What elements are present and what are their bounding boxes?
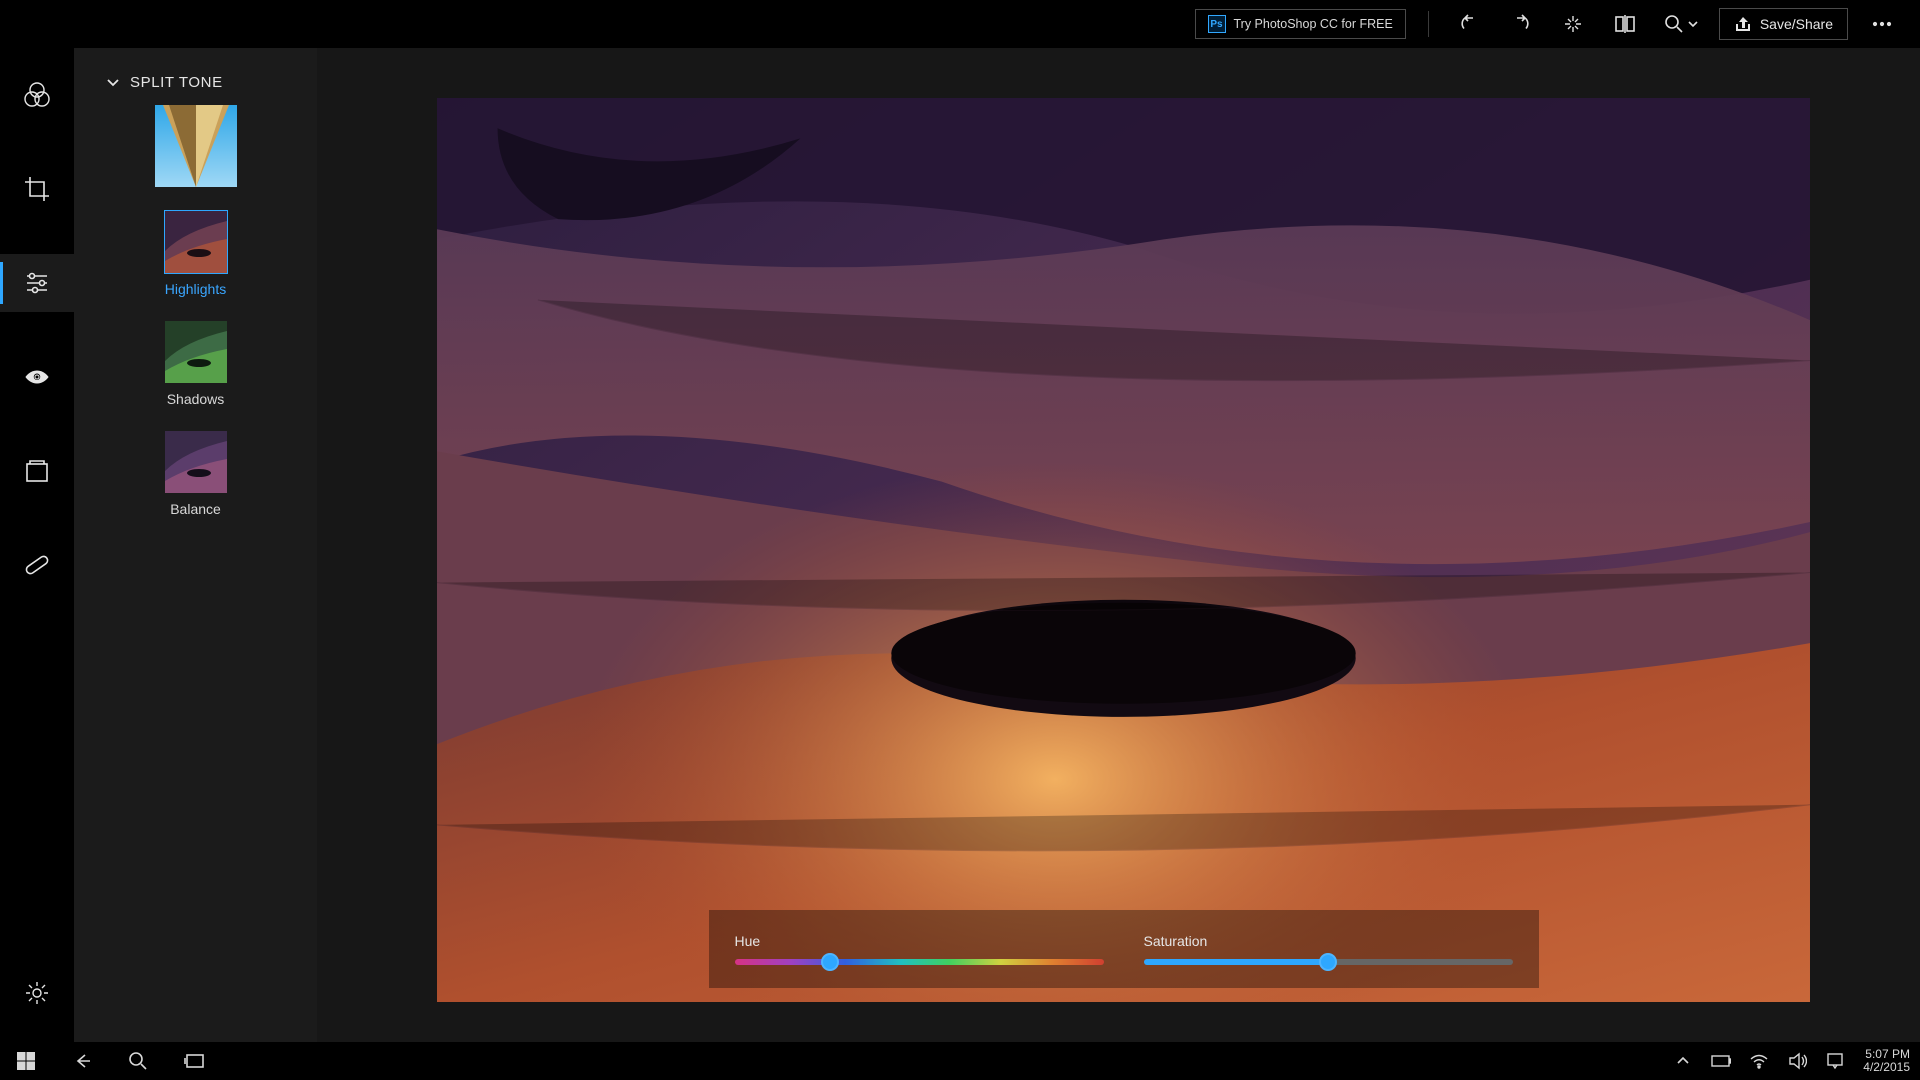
hue-knob[interactable] (821, 953, 839, 971)
clock[interactable]: 5:07 PM 4/2/2015 (1863, 1048, 1910, 1074)
canvas[interactable]: Hue Saturation (437, 98, 1810, 1002)
compare-button[interactable] (1607, 6, 1643, 42)
back-button[interactable] (72, 1051, 92, 1071)
photoshop-promo-label: Try PhotoShop CC for FREE (1234, 17, 1393, 31)
thumb-highlights[interactable]: Highlights (165, 211, 227, 297)
thumb-highlights-label: Highlights (165, 281, 226, 297)
gear-icon (24, 980, 50, 1006)
thumb-balance[interactable]: Balance (165, 431, 227, 517)
tool-redeye[interactable] (0, 348, 74, 406)
share-icon (1734, 15, 1752, 33)
more-icon (1870, 12, 1894, 36)
panel-header[interactable]: SPLIT TONE (74, 74, 317, 91)
venn-icon (22, 80, 52, 110)
crop-icon (23, 175, 51, 203)
wifi-indicator[interactable] (1749, 1051, 1769, 1071)
taskbar-left (10, 1051, 204, 1071)
sparkle-icon (1561, 12, 1585, 36)
windows-icon (17, 1052, 35, 1070)
stage: Hue Saturation (317, 48, 1920, 1042)
hue-slider-group: Hue (735, 933, 1104, 965)
redo-icon (1509, 12, 1533, 36)
clock-date: 4/2/2015 (1863, 1061, 1910, 1074)
saturation-fill (1144, 959, 1329, 965)
thumb-balance-image (165, 431, 227, 493)
undo-icon (1457, 12, 1481, 36)
tool-frames[interactable] (0, 442, 74, 500)
volume-icon (1787, 1052, 1807, 1070)
tool-adjust[interactable] (0, 254, 74, 312)
thumb-highlights-image (165, 211, 227, 273)
sliders-icon (23, 269, 51, 297)
photo-image (437, 98, 1810, 1002)
search-button[interactable] (128, 1051, 148, 1071)
bandaid-icon (23, 551, 51, 579)
taskview-icon (184, 1052, 204, 1070)
undo-button[interactable] (1451, 6, 1487, 42)
thumb-shadows[interactable]: Shadows (165, 321, 227, 407)
saturation-slider-group: Saturation (1144, 933, 1513, 965)
magnifier-icon (1663, 13, 1685, 35)
chevron-up-icon (1676, 1054, 1690, 1068)
thumb-shadows-image (165, 321, 227, 383)
photoshop-promo-button[interactable]: Ps Try PhotoShop CC for FREE (1195, 9, 1406, 39)
taskbar: 5:07 PM 4/2/2015 (0, 1042, 1920, 1080)
thumb-original[interactable] (155, 105, 237, 187)
arrow-left-icon (72, 1051, 92, 1071)
thumb-balance-label: Balance (170, 501, 221, 517)
panel-title: SPLIT TONE (130, 74, 223, 91)
taskbar-right: 5:07 PM 4/2/2015 (1673, 1048, 1910, 1074)
compare-icon (1613, 12, 1637, 36)
auto-enhance-button[interactable] (1555, 6, 1591, 42)
topbar: Ps Try PhotoShop CC for FREE Save/Share (0, 0, 1920, 48)
tray-expand[interactable] (1673, 1051, 1693, 1071)
photoshop-badge-icon: Ps (1208, 15, 1226, 33)
frame-icon (24, 458, 50, 484)
tool-heal[interactable] (0, 536, 74, 594)
settings-button[interactable] (0, 964, 74, 1022)
zoom-button[interactable] (1659, 6, 1703, 42)
thumb-column: Highlights Shadows (74, 105, 317, 517)
taskview-button[interactable] (184, 1051, 204, 1071)
battery-icon (1711, 1054, 1731, 1068)
toolstrip (0, 48, 74, 1042)
thumb-shadows-label: Shadows (167, 391, 225, 407)
search-icon (128, 1051, 148, 1071)
tool-looks[interactable] (0, 66, 74, 124)
topbar-separator (1428, 11, 1429, 37)
start-button[interactable] (16, 1051, 36, 1071)
wifi-icon (1749, 1053, 1769, 1069)
save-share-button[interactable]: Save/Share (1719, 8, 1848, 40)
save-share-label: Save/Share (1760, 16, 1833, 32)
chevron-down-icon (1687, 18, 1699, 30)
thumb-original-image (155, 105, 237, 187)
notification-icon (1826, 1052, 1844, 1070)
hue-slider[interactable] (735, 959, 1104, 965)
saturation-slider[interactable] (1144, 959, 1513, 965)
side-panel: SPLIT TONE (74, 48, 317, 1042)
action-center[interactable] (1825, 1051, 1845, 1071)
battery-indicator[interactable] (1711, 1051, 1731, 1071)
saturation-knob[interactable] (1319, 953, 1337, 971)
hue-label: Hue (735, 933, 1104, 949)
volume-indicator[interactable] (1787, 1051, 1807, 1071)
chevron-down-icon (106, 76, 120, 90)
more-button[interactable] (1864, 6, 1900, 42)
eye-icon (23, 363, 51, 391)
redo-button[interactable] (1503, 6, 1539, 42)
tool-crop[interactable] (0, 160, 74, 218)
saturation-label: Saturation (1144, 933, 1513, 949)
slider-panel: Hue Saturation (709, 910, 1539, 988)
